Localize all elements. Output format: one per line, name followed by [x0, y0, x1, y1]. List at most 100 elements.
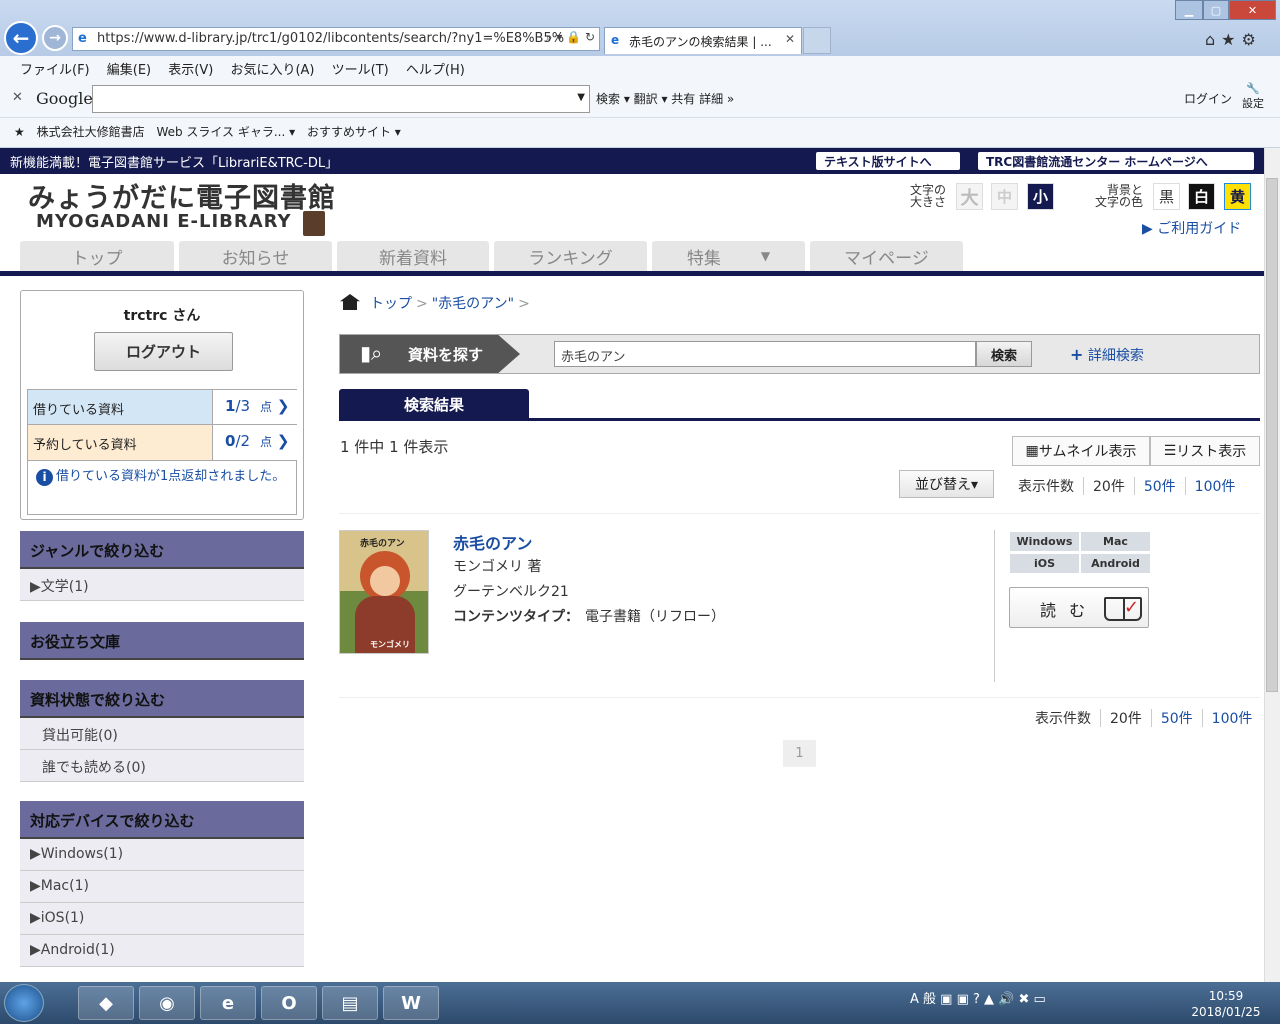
breadcrumb-query[interactable]: "赤毛のアン" [432, 296, 514, 312]
ie-tab-icon: e [611, 33, 620, 47]
close-toolbar-icon[interactable]: ✕ [12, 90, 23, 105]
nav-underline [0, 271, 1264, 276]
font-size-small[interactable]: 小 [1027, 183, 1054, 210]
font-size-medium[interactable]: 中 [991, 183, 1018, 210]
play-circle-icon: ▶ [1142, 221, 1153, 237]
per-page-50[interactable]: 50件 [1161, 711, 1193, 727]
borrowed-row[interactable]: 借りている資料 1/3 点 ❯ [27, 389, 298, 425]
results-tab[interactable]: 検索結果 [339, 389, 529, 420]
system-tray[interactable]: A 般 ▣ ▣ ? ▲ 🔊 ✖ ▭ [910, 988, 1046, 1007]
menu-tools[interactable]: ツール(T) [332, 63, 389, 78]
favorites-star-icon[interactable]: ★ [14, 125, 25, 139]
reserved-value[interactable]: 0/2 点 ❯ [212, 425, 298, 460]
user-guide-link[interactable]: ▶ ご利用ガイド [1142, 218, 1241, 238]
menu-view[interactable]: 表示(V) [168, 63, 213, 78]
advanced-search-link[interactable]: + 詳細検索 [1070, 345, 1144, 365]
back-button[interactable]: ← [4, 21, 38, 55]
text-site-link[interactable]: テキスト版サイトへ [816, 152, 960, 170]
site-logo-en[interactable]: MYOGADANI E-LIBRARY [36, 211, 292, 232]
close-window-button[interactable]: ✕ [1229, 0, 1276, 20]
nav-news[interactable]: お知らせ [179, 241, 332, 271]
nav-new-items[interactable]: 新着資料 [337, 241, 489, 271]
forward-button[interactable]: → [42, 25, 68, 51]
font-size-large[interactable]: 大 [956, 183, 983, 210]
minimize-button[interactable]: ▁ [1175, 0, 1203, 20]
borrowed-value[interactable]: 1/3 点 ❯ [212, 390, 298, 424]
device-item-windows[interactable]: ▶Windows(1) [20, 839, 304, 871]
fav-webslice[interactable]: Web スライス ギャラ... ▾ [156, 125, 295, 139]
trc-homepage-link[interactable]: TRC図書館流通センター ホームページへ [978, 152, 1254, 170]
start-button[interactable] [4, 984, 44, 1022]
sort-button[interactable]: 並び替え▾ [899, 470, 994, 498]
favorites-bar: ★ 株式会社大修館書店 Web スライス ギャラ... ▾ おすすめサイト ▾ [0, 118, 1280, 148]
return-notice[interactable]: i 借りている資料が1点返却されました。 [27, 461, 297, 515]
google-search-input[interactable]: ▼ [92, 85, 590, 113]
new-tab-button[interactable] [803, 27, 831, 54]
taskbar-app-1[interactable]: ◆ [78, 986, 134, 1020]
taskbar-chrome[interactable]: ◉ [139, 986, 195, 1020]
address-tools-icon[interactable]: ⌕ ▾ 🔒 ↻ [546, 30, 595, 45]
google-tools[interactable]: 検索 ▾ 翻訳 ▾ 共有 詳細 » [596, 90, 734, 107]
color-label: 背景と 文字の色 [1095, 184, 1143, 208]
fav-taishukan[interactable]: 株式会社大修館書店 [37, 125, 145, 139]
home-icon[interactable] [340, 294, 360, 310]
per-page-20: 20件 [1110, 711, 1142, 727]
menu-edit[interactable]: 編集(E) [107, 63, 151, 78]
tray-icons[interactable]: ▣ ▣ ? ▲ 🔊 ✖ ▭ [940, 992, 1046, 1007]
status-item-anyone[interactable]: 誰でも読める(0) [20, 750, 304, 782]
taskbar-ie[interactable]: e [200, 986, 256, 1020]
per-page-50[interactable]: 50件 [1144, 479, 1176, 495]
address-bar[interactable]: e https://www.d-library.jp/trc1/g0102/li… [72, 27, 600, 51]
search-button[interactable]: 検索 [976, 341, 1032, 367]
reserved-label: 予約している資料 [33, 438, 137, 453]
scrollbar-thumb[interactable] [1266, 178, 1278, 692]
google-settings[interactable]: 🔧 設定 [1242, 82, 1264, 111]
breadcrumb-top[interactable]: トップ [370, 296, 412, 312]
taskbar-outlook[interactable]: O [261, 986, 317, 1020]
book-title-link[interactable]: 赤毛のアン [453, 530, 532, 554]
status-item-available[interactable]: 貸出可能(0) [20, 718, 304, 750]
fav-suggested[interactable]: おすすめサイト ▾ [307, 125, 401, 139]
dropdown-icon[interactable]: ▼ [577, 92, 585, 103]
per-page-label: 表示件数 [1018, 479, 1074, 495]
google-login[interactable]: ログイン [1184, 90, 1232, 107]
book-cover[interactable]: 赤毛のアン モンゴメリ [339, 530, 429, 654]
list-icon: ☰ [1163, 443, 1177, 459]
taskbar-explorer[interactable]: ▤ [322, 986, 378, 1020]
pagination-page-1[interactable]: 1 [783, 740, 816, 767]
thumbnail-view-button[interactable]: ▦ サムネイル表示 [1012, 436, 1150, 466]
color-yellow[interactable]: 黄 [1224, 183, 1251, 210]
per-page-100[interactable]: 100件 [1212, 711, 1253, 727]
nav-top[interactable]: トップ [20, 241, 174, 271]
list-view-button[interactable]: ☰ リスト表示 [1150, 436, 1260, 466]
clock[interactable]: 10:59 2018/01/25 [1180, 988, 1272, 1020]
device-item-ios[interactable]: ▶iOS(1) [20, 903, 304, 935]
ime-indicator[interactable]: A 般 [910, 992, 936, 1007]
font-size-label-text: 文字の 大きさ [910, 183, 947, 209]
menu-help[interactable]: ヘルプ(H) [406, 63, 465, 78]
reserved-row[interactable]: 予約している資料 0/2 点 ❯ [27, 425, 298, 461]
nav-ranking[interactable]: ランキング [494, 241, 647, 271]
bunko-head[interactable]: お役立ち文庫 [20, 622, 304, 660]
per-page-100[interactable]: 100件 [1195, 479, 1236, 495]
logout-button[interactable]: ログアウト [94, 332, 233, 371]
color-white[interactable]: 白 [1188, 183, 1215, 210]
nav-features[interactable]: 特集 ▼ [652, 241, 805, 271]
taskbar-word[interactable]: W [383, 986, 439, 1020]
home-favorites-settings-icons[interactable]: ⌂★⚙ [1205, 30, 1262, 49]
device-item-android[interactable]: ▶Android(1) [20, 935, 304, 967]
per-page-top: 表示件数 20件 50件 100件 [1018, 476, 1235, 496]
color-black[interactable]: 黒 [1153, 183, 1180, 210]
nav-mypage[interactable]: マイページ [810, 241, 963, 271]
tab-close-icon[interactable]: ✕ [785, 32, 795, 46]
menu-favorites[interactable]: お気に入り(A) [230, 63, 314, 78]
device-item-mac[interactable]: ▶Mac(1) [20, 871, 304, 903]
tab-active[interactable]: e 赤毛のアンの検索結果 | ... ✕ [604, 27, 802, 54]
result-count: 1 件中 1 件表示 [340, 438, 449, 456]
device-badge-windows: Windows [1010, 532, 1079, 551]
maximize-button[interactable]: ▢ [1203, 0, 1229, 20]
genre-item-literature[interactable]: ▶文学(1) [20, 569, 304, 601]
menu-file[interactable]: ファイル(F) [20, 63, 90, 78]
site-logo-jp[interactable]: みょうがだに電子図書館 [28, 176, 336, 215]
search-input[interactable]: 赤毛のアン [554, 341, 976, 367]
